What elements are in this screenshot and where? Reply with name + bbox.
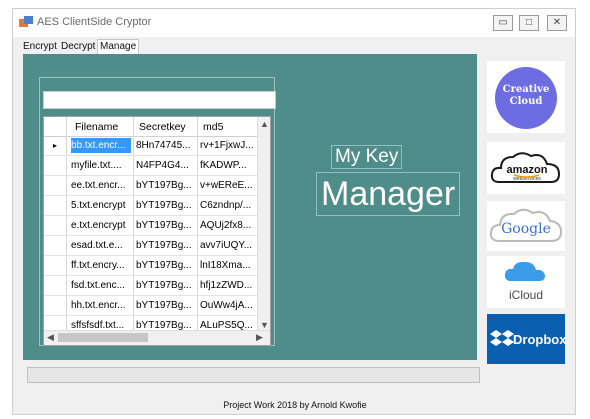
md5-cell[interactable]: rv+1FjxwJ... — [200, 140, 258, 151]
horizontal-scroll-thumb[interactable] — [58, 333, 148, 342]
filename-cell[interactable]: fsd.txt.enc... — [71, 280, 131, 291]
filename-cell[interactable]: ee.txt.encr... — [71, 180, 131, 191]
horizontal-scrollbar[interactable]: ◀ ▶ — [44, 330, 270, 345]
filename-cell[interactable]: 5.txt.encrypt — [71, 200, 131, 211]
title-bar: AES ClientSide Cryptor ▭ □ ✕ — [13, 9, 575, 37]
keys-table[interactable]: Filename Secretkey md5 ▸ bb.txt.encr... 8H… — [43, 116, 271, 346]
column-header-md5[interactable]: md5 — [203, 121, 223, 133]
row-header[interactable] — [44, 276, 67, 295]
table-row[interactable]: myfile.txt.... N4FP4G4... fKADWP... — [44, 156, 258, 176]
md5-cell[interactable]: C6zndnp/... — [200, 200, 258, 211]
secretkey-cell[interactable]: bYT197Bg... — [136, 260, 195, 271]
tab-decrypt[interactable]: Decrypt — [59, 40, 97, 54]
icloud-tile[interactable]: iCloud — [487, 256, 565, 308]
md5-cell[interactable]: AQUj2fx8... — [200, 220, 258, 231]
table-body: ▸ bb.txt.encr... 8Hn74745... rv+1FjxwJ... my… — [44, 136, 258, 336]
secretkey-cell[interactable]: bYT197Bg... — [136, 280, 195, 291]
secretkey-cell[interactable]: 8Hn74745... — [136, 140, 195, 151]
vertical-scrollbar[interactable]: ▲ ▼ — [257, 117, 270, 332]
table-header: Filename Secretkey md5 — [44, 117, 258, 137]
icloud-label: iCloud — [508, 288, 544, 302]
table-row[interactable]: ff.txt.encry... bYT197Bg... lnI18Xma... — [44, 256, 258, 276]
row-header[interactable] — [44, 296, 67, 315]
secretkey-cell[interactable]: bYT197Bg... — [136, 180, 195, 191]
row-header[interactable] — [44, 156, 67, 175]
secretkey-cell[interactable]: bYT197Bg... — [136, 240, 195, 251]
maximize-button[interactable]: □ — [519, 15, 539, 31]
manage-keys-panel: Filename Secretkey md5 ▸ bb.txt.encr... 8H… — [23, 54, 477, 360]
dropbox-tile[interactable]: Dropbox — [487, 314, 567, 364]
row-header[interactable] — [44, 196, 67, 215]
column-header-secretkey[interactable]: Secretkey — [139, 121, 186, 133]
progress-bar — [27, 367, 480, 383]
app-window: AES ClientSide Cryptor ▭ □ ✕ Encrypt Dec… — [12, 8, 576, 415]
row-header[interactable] — [44, 216, 67, 235]
md5-cell[interactable]: lnI18Xma... — [200, 260, 258, 271]
dropbox-icon — [490, 330, 514, 346]
search-input[interactable] — [43, 91, 276, 109]
window-title: AES ClientSide Cryptor — [37, 16, 152, 28]
google-tile[interactable]: Google — [487, 201, 565, 251]
scroll-left-arrow-icon[interactable]: ◀ — [47, 332, 54, 343]
scroll-down-arrow-icon[interactable]: ▼ — [260, 320, 269, 330]
row-header[interactable] — [44, 176, 67, 195]
creative-cloud-logo-icon: Creative Cloud — [495, 67, 557, 129]
scroll-right-arrow-icon[interactable]: ▶ — [256, 332, 263, 343]
table-row[interactable]: 5.txt.encrypt bYT197Bg... C6zndnp/... — [44, 196, 258, 216]
table-row[interactable]: hh.txt.encr... bYT197Bg... OuWw4jA... — [44, 296, 258, 316]
md5-cell[interactable]: OuWw4jA... — [200, 300, 258, 311]
google-label: Google — [501, 221, 551, 237]
secretkey-cell[interactable]: bYT197Bg... — [136, 200, 195, 211]
app-icon — [19, 16, 33, 27]
filename-cell[interactable]: hh.txt.encr... — [71, 300, 131, 311]
creative-cloud-tile[interactable]: Creative Cloud — [487, 61, 565, 133]
secretkey-cell[interactable]: bYT197Bg... — [136, 300, 195, 311]
filename-cell[interactable]: bb.txt.encr... — [71, 138, 131, 153]
md5-cell[interactable]: avv7iUQY... — [200, 240, 258, 251]
md5-cell[interactable]: hfj1zZWD... — [200, 280, 258, 291]
table-row[interactable]: ▸ bb.txt.encr... 8Hn74745... rv+1FjxwJ... — [44, 136, 258, 156]
table-row[interactable]: esad.txt.e... bYT197Bg... avv7iUQY... — [44, 236, 258, 256]
filename-cell[interactable]: myfile.txt.... — [71, 160, 131, 171]
row-header[interactable] — [44, 256, 67, 275]
md5-cell[interactable]: fKADWP... — [200, 160, 258, 171]
dropbox-label: Dropbox — [513, 332, 567, 347]
filename-cell[interactable]: e.txt.encrypt — [71, 220, 131, 231]
table-row[interactable]: fsd.txt.enc... bYT197Bg... hfj1zZWD... — [44, 276, 258, 296]
google-cloud-icon: Google — [489, 208, 563, 242]
secretkey-cell[interactable]: N4FP4G4... — [136, 160, 195, 171]
row-header[interactable]: ▸ — [44, 136, 67, 155]
row-header[interactable] — [44, 236, 67, 255]
scroll-up-arrow-icon[interactable]: ▲ — [260, 119, 269, 129]
secretkey-cell[interactable]: bYT197Bg... — [136, 220, 195, 231]
tab-encrypt[interactable]: Encrypt — [21, 40, 59, 54]
my-key-label: My Key — [331, 145, 403, 169]
column-header-filename[interactable]: Filename — [75, 121, 118, 133]
amazon-web-services-tile[interactable]: amazon webservices — [487, 142, 565, 194]
minimize-button[interactable]: ▭ — [493, 15, 513, 31]
filename-cell[interactable]: esad.txt.e... — [71, 240, 131, 251]
close-button[interactable]: ✕ — [547, 15, 567, 31]
creative-cloud-label: Creative Cloud — [502, 84, 550, 107]
table-row[interactable]: e.txt.encrypt bYT197Bg... AQUj2fx8... — [44, 216, 258, 236]
md5-cell[interactable]: v+wEReE... — [200, 180, 258, 191]
manager-label: Manager — [316, 172, 461, 216]
amazon-cloud-icon: amazon webservices — [490, 152, 561, 183]
amazon-label: amazon — [507, 164, 548, 176]
filename-cell[interactable]: ff.txt.encry... — [71, 260, 131, 271]
table-row[interactable]: ee.txt.encr... bYT197Bg... v+wEReE... — [44, 176, 258, 196]
footer-credit: Project Work 2018 by Arnold Kwofie — [223, 400, 367, 410]
